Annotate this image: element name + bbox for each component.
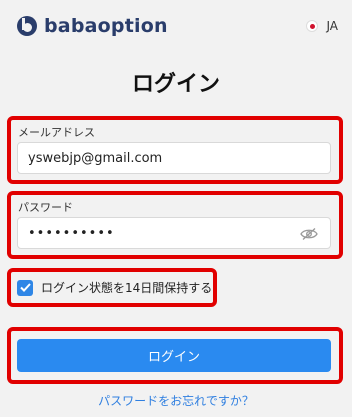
forgot-password-link[interactable]: パスワードをお忘れですか？ <box>0 392 352 409</box>
remember-me-row[interactable]: ログイン状態を14日間保持する <box>17 279 212 296</box>
email-label: メールアドレス <box>18 126 95 139</box>
page-title: ログイン <box>131 72 220 97</box>
password-value: •••••••••• <box>28 225 115 241</box>
login-button[interactable]: ログイン <box>17 339 331 372</box>
eye-slash-icon[interactable] <box>300 227 318 241</box>
top-bar: babaoption JA <box>0 0 352 52</box>
password-label: パスワード <box>18 201 73 214</box>
flag-icon <box>306 20 319 32</box>
checkmark-icon <box>19 283 31 292</box>
brand-name: babaoption <box>44 15 168 37</box>
language-code: JA <box>326 19 338 33</box>
remember-me-label: ログイン状態を14日間保持する <box>41 281 213 295</box>
email-value: yswebjp@gmail.com <box>28 150 163 166</box>
password-field[interactable]: •••••••••• <box>17 217 331 249</box>
brand-logo[interactable]: babaoption <box>16 15 168 37</box>
email-field[interactable]: yswebjp@gmail.com <box>17 142 331 174</box>
remember-me-checkbox[interactable] <box>17 279 33 296</box>
logo-mark-icon <box>17 16 37 36</box>
language-selector[interactable]: JA <box>306 19 338 33</box>
